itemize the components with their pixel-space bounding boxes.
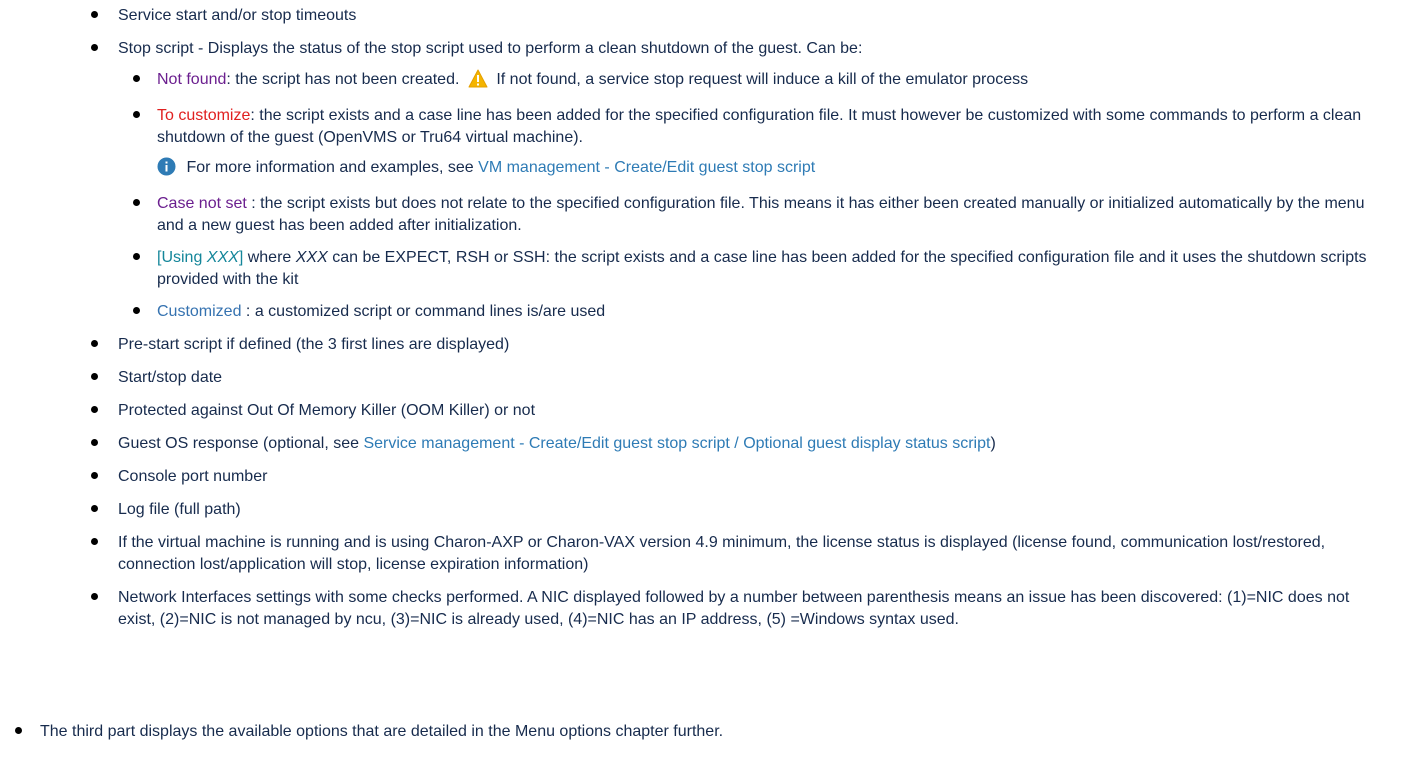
- list-item: Service start and/or stop timeouts: [91, 5, 1388, 27]
- console-port-text: Console port number: [118, 468, 268, 485]
- service-management-link[interactable]: Service management - Create/Edit guest s…: [363, 435, 990, 452]
- info-icon: [157, 157, 176, 183]
- list-item: Customized : a customized script or comm…: [133, 301, 1388, 323]
- state-case-not-set-label: Case not set: [157, 195, 247, 212]
- state-customized-text: : a customized script or command lines i…: [241, 303, 606, 320]
- log-file-text: Log file (full path): [118, 501, 241, 518]
- license-status-text: If the virtual machine is running and is…: [118, 534, 1326, 573]
- info-note-text: For more information and examples, see: [186, 159, 479, 176]
- state-using-where: where: [243, 249, 296, 266]
- state-using-text: can be EXPECT, RSH or SSH: the script ex…: [157, 249, 1367, 288]
- oom-text: Protected against Out Of Memory Killer (…: [118, 402, 536, 419]
- list-item: The third part displays the available op…: [14, 721, 724, 743]
- state-not-found-text: : the script has not been created.: [226, 71, 460, 88]
- info-note: For more information and examples, see V…: [157, 157, 1388, 183]
- third-part-list: The third part displays the available op…: [14, 721, 724, 743]
- state-not-found-label: Not found: [157, 71, 227, 88]
- list-item: Pre-start script if defined (the 3 first…: [91, 334, 1388, 356]
- third-part-text: The third part displays the available op…: [40, 723, 724, 740]
- list-item: To customize: the script exists and a ca…: [133, 105, 1388, 183]
- list-item: If the virtual machine is running and is…: [91, 532, 1388, 576]
- state-using-label-var: XXX: [206, 249, 239, 266]
- warning-icon: [468, 69, 488, 95]
- stop-script-states-list: Not found: the script has not been creat…: [133, 69, 1388, 323]
- list-item: Start/stop date: [91, 367, 1388, 389]
- start-stop-date-text: Start/stop date: [118, 369, 223, 386]
- list-item: Stop script - Displays the status of the…: [91, 38, 1388, 323]
- state-to-customize-text: : the script exists and a case line has …: [157, 107, 1362, 146]
- guest-os-suffix: ): [990, 435, 996, 452]
- stop-script-intro: Stop script - Displays the status of the…: [118, 40, 863, 57]
- guest-os-prefix: Guest OS response (optional, see: [118, 435, 364, 452]
- state-case-not-set-text: : the script exists but does not relate …: [157, 195, 1365, 234]
- state-customized-label: Customized: [157, 303, 242, 320]
- vm-management-link[interactable]: VM management - Create/Edit guest stop s…: [478, 159, 815, 176]
- list-item: Guest OS response (optional, see Service…: [91, 433, 1388, 455]
- list-item: Not found: the script has not been creat…: [133, 69, 1388, 95]
- state-to-customize-label: To customize: [157, 107, 251, 124]
- state-not-found-warning: If not found, a service stop request wil…: [496, 71, 1029, 88]
- state-using-label-open: [Using: [157, 249, 207, 266]
- status-details-list: Service start and/or stop timeouts Stop …: [91, 5, 1388, 642]
- list-item: Network Interfaces settings with some ch…: [91, 587, 1388, 631]
- list-item: [Using XXX] where XXX can be EXPECT, RSH…: [133, 247, 1388, 291]
- list-item: Protected against Out Of Memory Killer (…: [91, 400, 1388, 422]
- network-text: Network Interfaces settings with some ch…: [118, 589, 1350, 628]
- timeouts-text: Service start and/or stop timeouts: [118, 7, 357, 24]
- list-item: Case not set : the script exists but doe…: [133, 193, 1388, 237]
- state-using-var: XXX: [295, 249, 328, 266]
- list-item: Console port number: [91, 466, 1388, 488]
- pre-start-text: Pre-start script if defined (the 3 first…: [118, 336, 510, 353]
- list-item: Log file (full path): [91, 499, 1388, 521]
